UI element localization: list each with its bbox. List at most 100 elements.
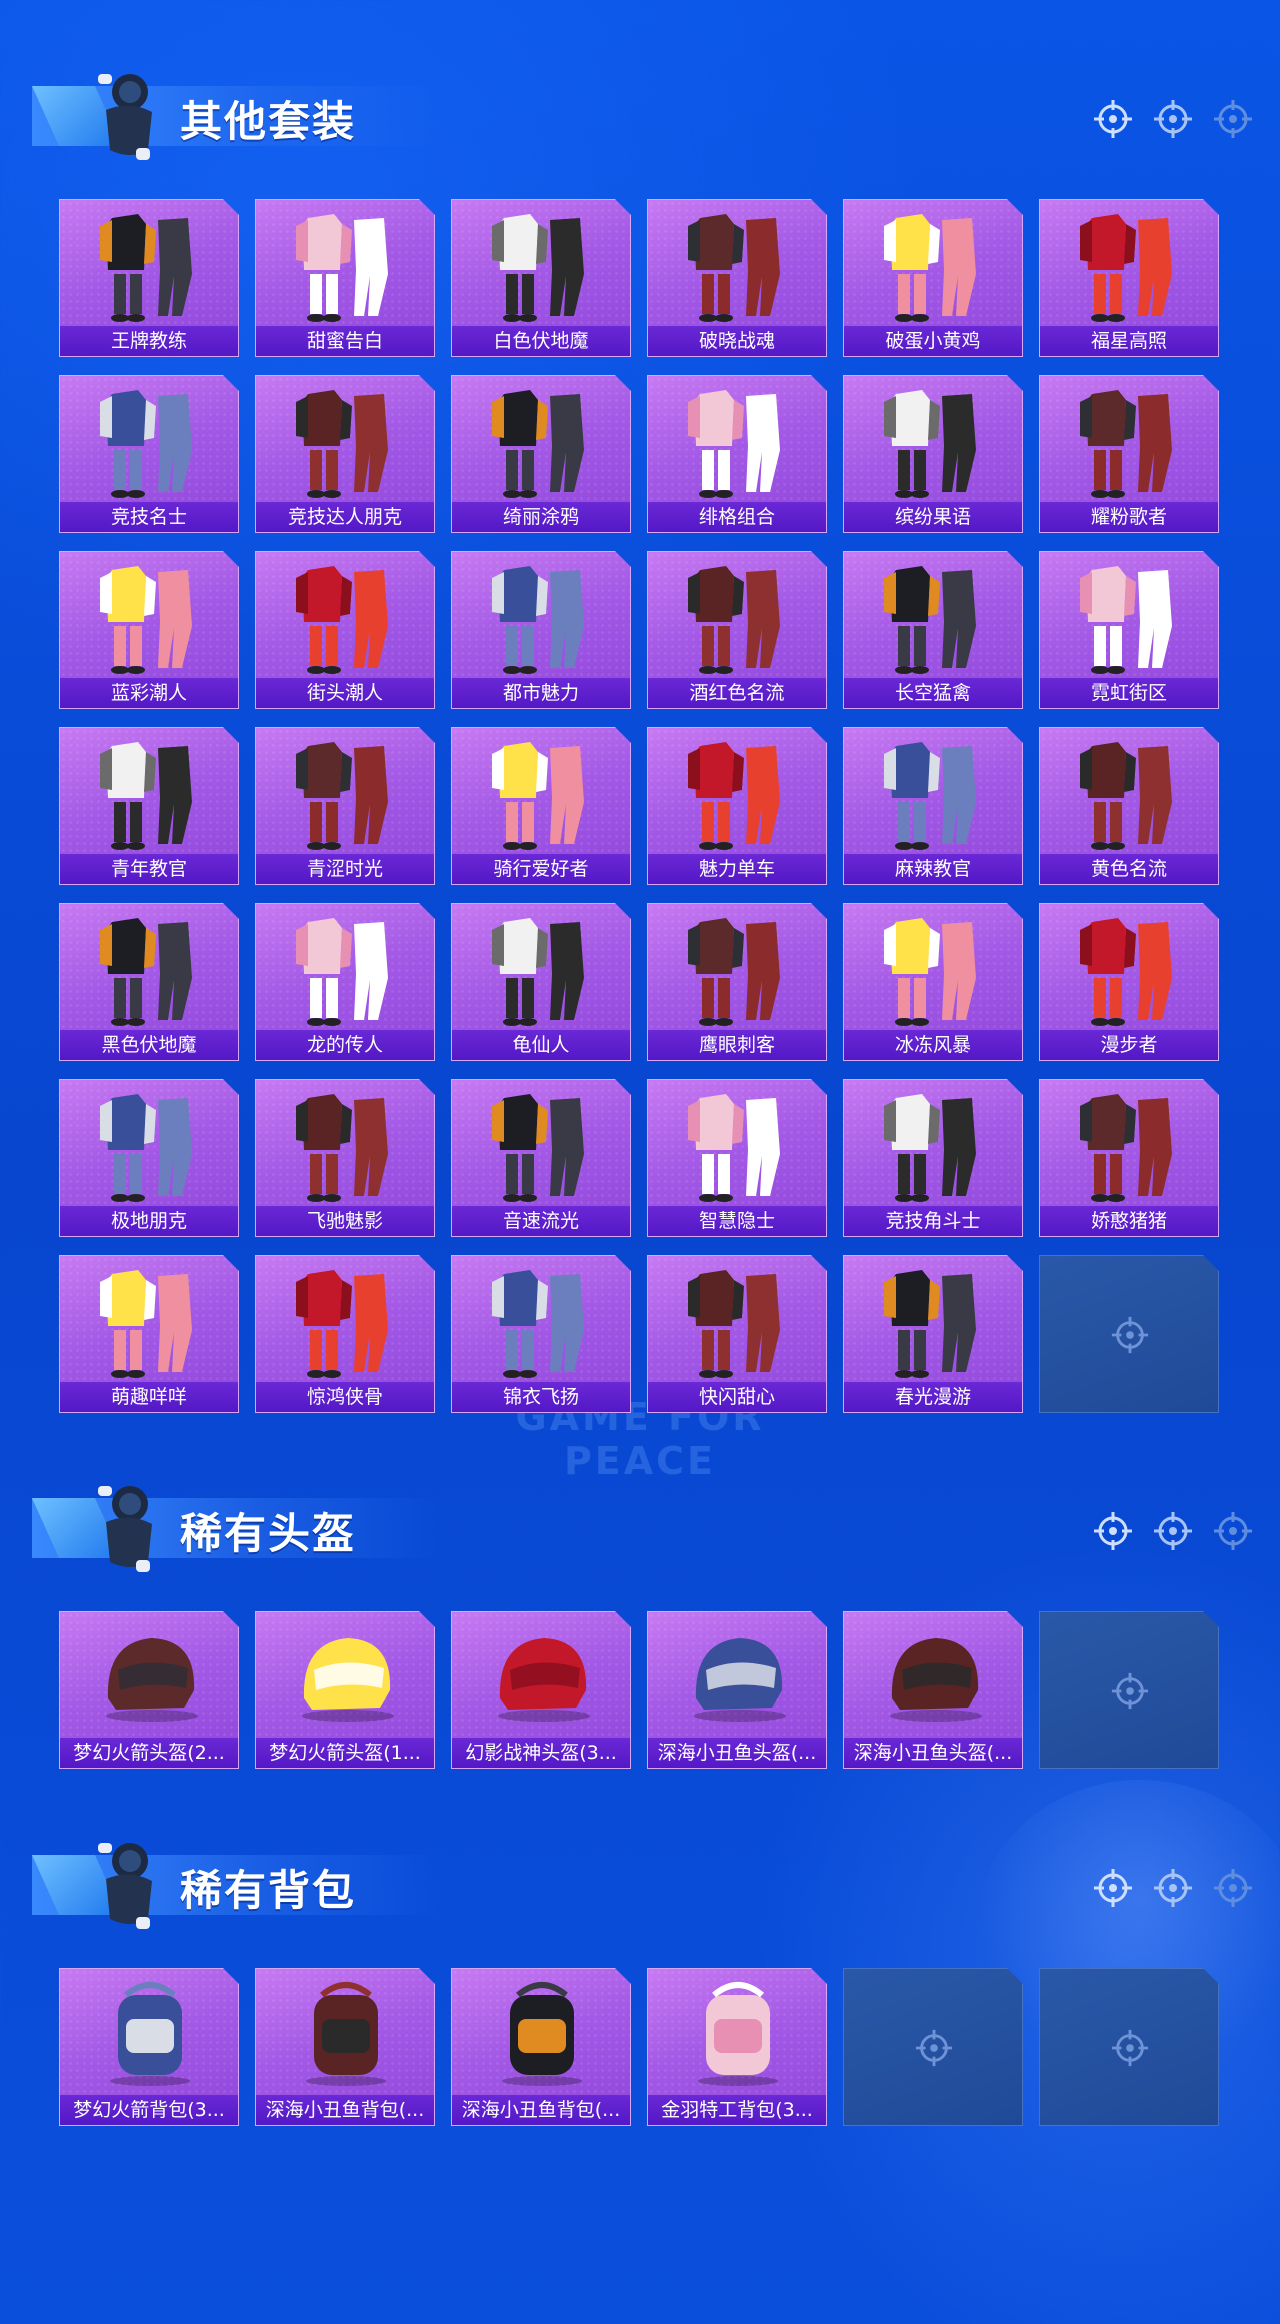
helmet-image bbox=[890, 1638, 982, 1722]
crosshair-icon bbox=[1111, 2029, 1149, 2067]
outfit-image bbox=[1080, 566, 1172, 674]
crosshair-icon bbox=[1154, 1869, 1192, 1907]
outfit-card[interactable]: 破晓战魂 bbox=[647, 199, 827, 357]
outfit-card[interactable]: 竞技角斗士 bbox=[843, 1079, 1023, 1237]
outfit-card[interactable]: 魅力单车 bbox=[647, 727, 827, 885]
backpack-card[interactable]: 深海小丑鱼背包(... bbox=[255, 1968, 435, 2126]
outfit-card[interactable]: 竞技名士 bbox=[59, 375, 239, 533]
helmet-card[interactable]: 深海小丑鱼头盔(... bbox=[843, 1611, 1023, 1769]
item-name-label: 深海小丑鱼头盔(... bbox=[844, 1738, 1022, 1768]
outfit-image bbox=[884, 918, 976, 1026]
outfit-card[interactable]: 萌趣咩咩 bbox=[59, 1255, 239, 1413]
helmet-image bbox=[106, 1638, 198, 1722]
outfit-card[interactable]: 锦衣飞扬 bbox=[451, 1255, 631, 1413]
crosshair-icon bbox=[1214, 1512, 1252, 1550]
outfit-card[interactable]: 破蛋小黄鸡 bbox=[843, 199, 1023, 357]
section-title: 稀有头盔 bbox=[180, 1509, 357, 1558]
item-name-label: 青涩时光 bbox=[256, 854, 434, 884]
outfit-image bbox=[296, 390, 388, 498]
outfit-image bbox=[100, 566, 192, 674]
outfit-card[interactable]: 龟仙人 bbox=[451, 903, 631, 1061]
outfit-card[interactable]: 酒红色名流 bbox=[647, 551, 827, 709]
helmet-card[interactable]: 幻影战神头盔(3... bbox=[451, 1611, 631, 1769]
outfit-image bbox=[100, 214, 192, 322]
crosshair-icon bbox=[1094, 100, 1132, 138]
outfit-card[interactable]: 都市魅力 bbox=[451, 551, 631, 709]
outfit-card[interactable]: 竞技达人朋克 bbox=[255, 375, 435, 533]
outfit-card[interactable]: 黑色伏地魔 bbox=[59, 903, 239, 1061]
item-name-label: 酒红色名流 bbox=[648, 678, 826, 708]
item-name-label: 破蛋小黄鸡 bbox=[844, 326, 1022, 356]
section-header: 稀有头盔 bbox=[0, 1470, 1280, 1580]
outfit-card[interactable]: 飞驰魅影 bbox=[255, 1079, 435, 1237]
item-name-label: 街头潮人 bbox=[256, 678, 434, 708]
outfit-card[interactable]: 快闪甜心 bbox=[647, 1255, 827, 1413]
helmet-image bbox=[694, 1638, 786, 1722]
outfit-card[interactable]: 绮丽涂鸦 bbox=[451, 375, 631, 533]
outfit-card[interactable]: 霓虹街区 bbox=[1039, 551, 1219, 709]
backpack-card[interactable]: 梦幻火箭背包(3... bbox=[59, 1968, 239, 2126]
helmet-card[interactable]: 梦幻火箭头盔(2... bbox=[59, 1611, 239, 1769]
item-name-label: 深海小丑鱼背包(... bbox=[452, 2095, 630, 2125]
helmet-card[interactable]: 梦幻火箭头盔(1... bbox=[255, 1611, 435, 1769]
outfit-image bbox=[1080, 1094, 1172, 1202]
outfit-image bbox=[884, 1270, 976, 1378]
outfit-card[interactable]: 福星高照 bbox=[1039, 199, 1219, 357]
outfit-card[interactable]: 耀粉歌者 bbox=[1039, 375, 1219, 533]
item-name-label: 甜蜜告白 bbox=[256, 326, 434, 356]
outfit-card[interactable]: 青涩时光 bbox=[255, 727, 435, 885]
outfit-card[interactable]: 街头潮人 bbox=[255, 551, 435, 709]
crosshair-icon bbox=[1094, 1512, 1132, 1550]
crosshair-icon bbox=[1214, 1869, 1252, 1907]
item-name-label: 青年教官 bbox=[60, 854, 238, 884]
item-name-label: 绮丽涂鸦 bbox=[452, 502, 630, 532]
outfit-card[interactable]: 漫步者 bbox=[1039, 903, 1219, 1061]
outfit-card[interactable]: 骑行爱好者 bbox=[451, 727, 631, 885]
outfit-card[interactable]: 绯格组合 bbox=[647, 375, 827, 533]
helmet-card[interactable]: 深海小丑鱼头盔(... bbox=[647, 1611, 827, 1769]
item-name-label: 竞技名士 bbox=[60, 502, 238, 532]
item-name-label: 锦衣飞扬 bbox=[452, 1382, 630, 1412]
outfit-card[interactable]: 麻辣教官 bbox=[843, 727, 1023, 885]
outfit-card[interactable]: 缤纷果语 bbox=[843, 375, 1023, 533]
crosshair-decoration bbox=[1092, 1867, 1254, 1909]
outfit-card[interactable]: 白色伏地魔 bbox=[451, 199, 631, 357]
outfit-card[interactable]: 智慧隐士 bbox=[647, 1079, 827, 1237]
helmet-image bbox=[498, 1638, 590, 1722]
outfit-card[interactable]: 鹰眼刺客 bbox=[647, 903, 827, 1061]
outfit-card[interactable]: 春光漫游 bbox=[843, 1255, 1023, 1413]
helmet-grid: 梦幻火箭头盔(2... 梦幻火箭头盔(1... 幻影战神头盔(3... 深海小丑鱼头盔… bbox=[59, 1611, 1223, 1769]
backpack-card[interactable]: 金羽特工背包(3... bbox=[647, 1968, 827, 2126]
item-name-label: 缤纷果语 bbox=[844, 502, 1022, 532]
outfit-card[interactable]: 蓝彩潮人 bbox=[59, 551, 239, 709]
outfit-image bbox=[884, 214, 976, 322]
outfit-card[interactable]: 极地朋克 bbox=[59, 1079, 239, 1237]
backpack-image bbox=[502, 1982, 582, 2086]
outfit-card[interactable]: 王牌教练 bbox=[59, 199, 239, 357]
outfit-card[interactable]: 黄色名流 bbox=[1039, 727, 1219, 885]
crosshair-icon bbox=[1094, 1869, 1132, 1907]
outfit-card[interactable]: 龙的传人 bbox=[255, 903, 435, 1061]
item-name-label: 麻辣教官 bbox=[844, 854, 1022, 884]
outfit-card[interactable]: 冰冻风暴 bbox=[843, 903, 1023, 1061]
item-name-label: 白色伏地魔 bbox=[452, 326, 630, 356]
outfit-card[interactable]: 长空猛禽 bbox=[843, 551, 1023, 709]
item-name-label: 骑行爱好者 bbox=[452, 854, 630, 884]
outfit-image bbox=[884, 390, 976, 498]
outfit-image bbox=[884, 742, 976, 850]
outfit-card[interactable]: 音速流光 bbox=[451, 1079, 631, 1237]
empty-slot bbox=[1039, 1611, 1219, 1769]
section-rare-backpacks: 稀有背包 梦幻火箭背包(3... 深海小丑鱼背包(... 深海小丑鱼背包(... 金羽… bbox=[0, 1827, 1280, 2126]
item-name-label: 深海小丑鱼背包(... bbox=[256, 2095, 434, 2125]
item-name-label: 梦幻火箭头盔(1... bbox=[256, 1738, 434, 1768]
outfit-card[interactable]: 娇憨猪猪 bbox=[1039, 1079, 1219, 1237]
backpack-image bbox=[110, 1982, 190, 2086]
item-name-label: 鹰眼刺客 bbox=[648, 1030, 826, 1060]
item-name-label: 极地朋克 bbox=[60, 1206, 238, 1236]
outfit-card[interactable]: 甜蜜告白 bbox=[255, 199, 435, 357]
outfit-card[interactable]: 青年教官 bbox=[59, 727, 239, 885]
outfit-card[interactable]: 惊鸿侠骨 bbox=[255, 1255, 435, 1413]
outfit-image bbox=[884, 566, 976, 674]
outfit-image bbox=[296, 214, 388, 322]
backpack-card[interactable]: 深海小丑鱼背包(... bbox=[451, 1968, 631, 2126]
